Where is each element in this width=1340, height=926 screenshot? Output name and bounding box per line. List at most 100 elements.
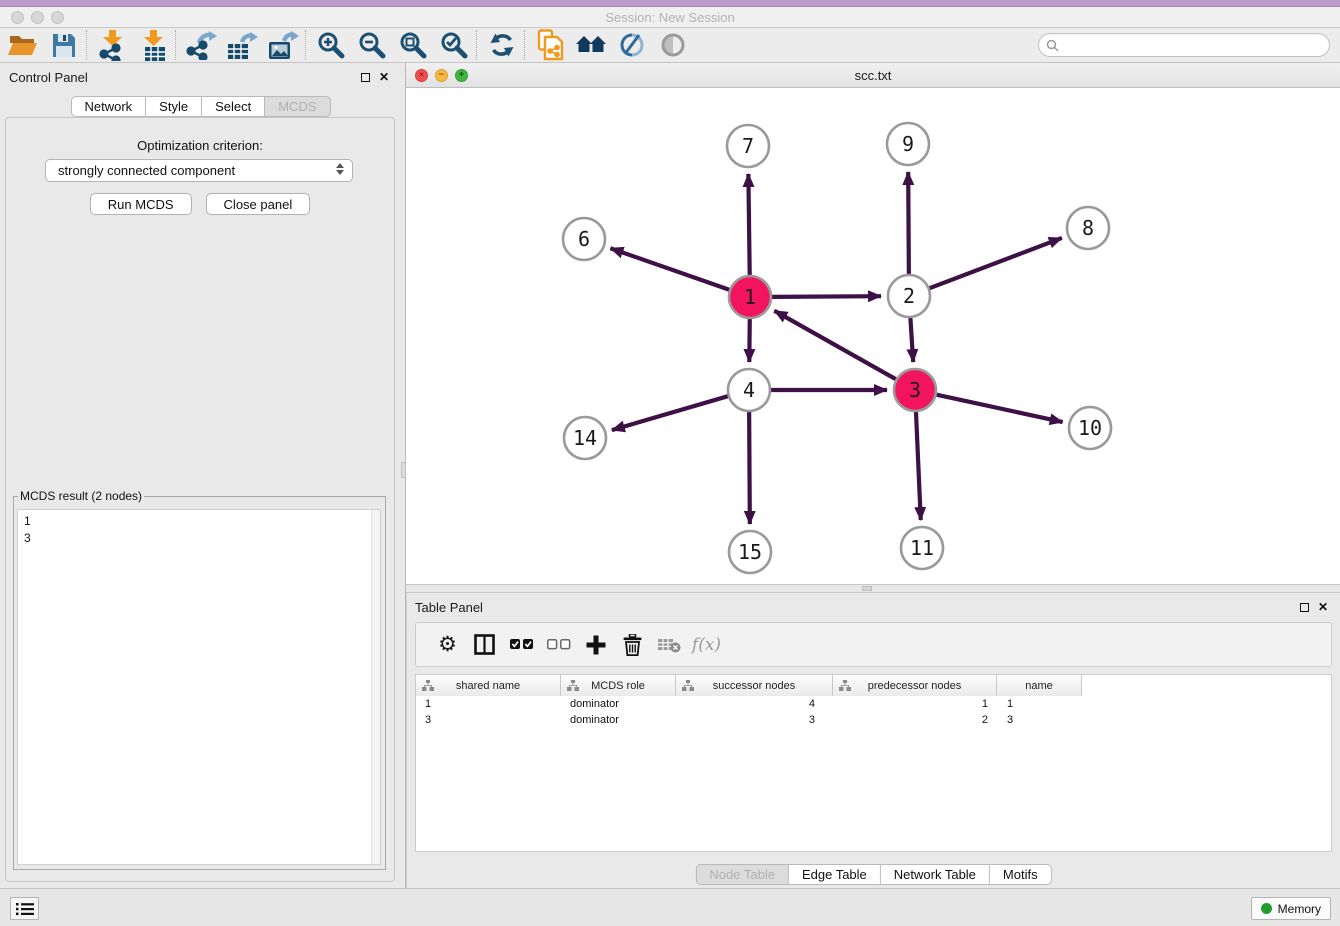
deselect-all-icon[interactable] (540, 628, 577, 661)
delete-table-icon[interactable] (651, 628, 688, 661)
maximize-window-button[interactable] (51, 11, 64, 24)
window-controls[interactable] (11, 11, 64, 24)
network-title: scc.txt (406, 68, 1340, 83)
control-panel: Control Panel ✕ Network Style Select MCD… (0, 63, 401, 888)
graph-edge-3-10[interactable] (936, 395, 1062, 422)
tab-network-table[interactable]: Network Table (881, 864, 990, 885)
table-row[interactable]: 1 dominator 4 1 1 (416, 696, 1331, 712)
add-icon[interactable] (577, 628, 614, 661)
window-titlebar: Session: New Session (0, 0, 1340, 28)
column-header-successor-nodes[interactable]: successor nodes (676, 675, 833, 696)
export-table-icon[interactable] (221, 29, 262, 62)
graph-edge-4-14[interactable] (612, 396, 728, 430)
close-panel-icon[interactable]: ✕ (379, 71, 389, 83)
cell-mcds-role[interactable]: dominator (561, 712, 676, 728)
search-input[interactable] (1063, 35, 1329, 55)
select-all-icon[interactable] (503, 628, 540, 661)
cell-successor-nodes[interactable]: 4 (676, 696, 833, 712)
cell-predecessor-nodes[interactable]: 1 (833, 696, 997, 712)
zoom-fit-icon[interactable] (392, 29, 433, 62)
cell-mcds-role[interactable]: dominator (561, 696, 676, 712)
window-title: Session: New Session (0, 10, 1340, 25)
export-image-icon[interactable] (262, 29, 303, 62)
graph-node-label-6: 6 (578, 227, 590, 251)
memory-status-icon (1261, 903, 1272, 914)
tab-motifs[interactable]: Motifs (990, 864, 1052, 885)
float-panel-icon[interactable] (1300, 603, 1309, 612)
node-table[interactable]: shared name MCDS role successor nodes pr… (415, 674, 1332, 852)
network-canvas[interactable]: 7968124314101511 (406, 88, 1340, 584)
task-history-button[interactable] (10, 897, 39, 920)
tab-style[interactable]: Style (146, 96, 202, 117)
import-table-icon[interactable] (132, 29, 173, 62)
tab-mcds[interactable]: MCDS (265, 96, 330, 117)
hierarchy-icon (839, 680, 851, 691)
run-mcds-button[interactable]: Run MCDS (90, 193, 192, 215)
graph-edge-2-8[interactable] (930, 238, 1062, 288)
column-header-mcds-role[interactable]: MCDS role (561, 675, 676, 696)
memory-button[interactable]: Memory (1251, 897, 1331, 920)
close-panel-icon[interactable]: ✕ (1318, 601, 1328, 613)
gear-icon[interactable]: ⚙ (429, 628, 466, 661)
close-window-button[interactable] (11, 11, 24, 24)
import-network-icon[interactable] (91, 29, 132, 62)
cell-name[interactable]: 1 (997, 696, 1082, 712)
table-row[interactable]: 3 dominator 3 2 3 (416, 712, 1331, 728)
graph-edge-3-1[interactable] (774, 311, 895, 379)
tab-edge-table[interactable]: Edge Table (789, 864, 881, 885)
graph-edge-1-6[interactable] (610, 248, 729, 290)
criterion-select[interactable]: strongly connected component (45, 159, 353, 182)
clone-network-icon[interactable] (529, 29, 570, 62)
columns-icon[interactable] (466, 628, 503, 661)
tab-select[interactable]: Select (202, 96, 265, 117)
function-icon[interactable]: f(x) (688, 628, 725, 661)
cell-successor-nodes[interactable]: 3 (676, 712, 833, 728)
graph-edge-2-3[interactable] (910, 318, 913, 362)
graph-edge-1-7[interactable] (748, 174, 749, 275)
mcds-result-list[interactable]: 1 3 (17, 509, 381, 865)
show-graphics-icon[interactable] (652, 29, 693, 62)
network-window-titlebar[interactable]: ✕ − + scc.txt (406, 63, 1340, 88)
hide-graphics-icon[interactable] (611, 29, 652, 62)
graph-node-label-9: 9 (902, 132, 914, 156)
hierarchy-icon (682, 680, 694, 691)
tab-network[interactable]: Network (70, 96, 146, 117)
mcds-result-line: 1 (24, 513, 380, 530)
column-header-name[interactable]: name (997, 675, 1082, 696)
graph-edge-1-2[interactable] (772, 296, 881, 297)
criterion-value: strongly connected component (58, 163, 235, 178)
result-scrollbar[interactable] (371, 510, 380, 864)
cell-shared-name[interactable]: 1 (416, 696, 561, 712)
table-header-row: shared name MCDS role successor nodes pr… (416, 675, 1082, 696)
graph-edge-2-9[interactable] (908, 172, 909, 274)
float-panel-icon[interactable] (361, 73, 370, 82)
search-field[interactable] (1038, 33, 1330, 57)
graph-edge-4-15[interactable] (749, 412, 750, 524)
cell-name[interactable]: 3 (997, 712, 1082, 728)
save-session-icon[interactable] (43, 29, 84, 62)
zoom-selected-icon[interactable] (433, 29, 474, 62)
tab-node-table[interactable]: Node Table (695, 864, 789, 885)
delete-icon[interactable] (614, 628, 651, 661)
refresh-icon[interactable] (481, 29, 522, 62)
cell-predecessor-nodes[interactable]: 2 (833, 712, 997, 728)
export-network-icon[interactable] (180, 29, 221, 62)
zoom-out-icon[interactable] (351, 29, 392, 62)
splitter-grip[interactable] (862, 586, 872, 591)
column-header-shared-name[interactable]: shared name (416, 675, 561, 696)
mcds-result-line: 3 (24, 530, 380, 547)
cell-shared-name[interactable]: 3 (416, 712, 561, 728)
toolbar-separator (175, 30, 178, 60)
minimize-window-button[interactable] (31, 11, 44, 24)
zoom-in-icon[interactable] (310, 29, 351, 62)
graph-node-label-11: 11 (910, 536, 934, 560)
open-session-icon[interactable] (2, 29, 43, 62)
home-icon[interactable] (570, 29, 611, 62)
toolbar-separator (305, 30, 308, 60)
optimization-criterion-label: Optimization criterion: (6, 138, 394, 153)
close-panel-button[interactable]: Close panel (206, 193, 311, 215)
graph-edge-3-11[interactable] (916, 412, 921, 520)
horizontal-splitter[interactable] (406, 584, 1340, 593)
column-header-predecessor-nodes[interactable]: predecessor nodes (833, 675, 997, 696)
toolbar-separator (476, 30, 479, 60)
